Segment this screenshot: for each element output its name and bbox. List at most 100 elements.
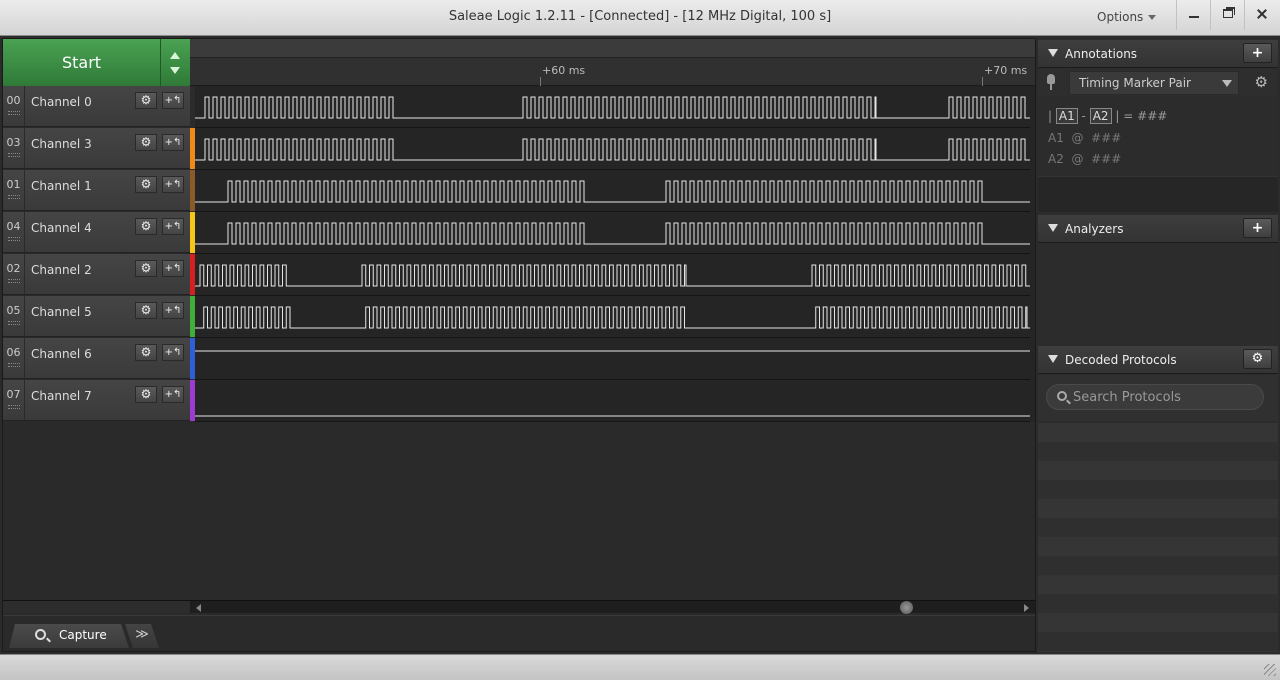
- ruler-overview-bar[interactable]: [190, 39, 1035, 58]
- channel-number-label: 03: [6, 136, 21, 149]
- channel-number[interactable]: 04: [3, 212, 25, 252]
- channel-trigger-button[interactable]: +↰: [162, 176, 184, 193]
- options-label: Options: [1097, 10, 1144, 24]
- channel-name[interactable]: Channel 5: [31, 305, 92, 319]
- channel-row[interactable]: 03 Channel 3 ⚙ +↰: [3, 128, 190, 169]
- drag-handle-icon[interactable]: [7, 321, 20, 325]
- channel-settings-button[interactable]: ⚙: [135, 260, 157, 277]
- channel-settings-button[interactable]: ⚙: [135, 302, 157, 319]
- protocol-search-row: [1038, 375, 1278, 421]
- channel-trigger-button[interactable]: +↰: [162, 344, 184, 361]
- trigger-icon: +↰: [164, 305, 182, 316]
- collapse-triangle-icon[interactable]: [1048, 49, 1058, 57]
- channel-row[interactable]: 00 Channel 0 ⚙ +↰: [3, 86, 190, 127]
- drag-handle-icon[interactable]: [7, 237, 20, 241]
- waveform-area[interactable]: [195, 86, 1035, 422]
- gear-icon[interactable]: ⚙: [1255, 73, 1268, 91]
- channel-row[interactable]: 06 Channel 6 ⚙ +↰: [3, 338, 190, 379]
- channel-settings-button[interactable]: ⚙: [135, 344, 157, 361]
- restore-button[interactable]: [1210, 0, 1244, 30]
- channel-number[interactable]: 06: [3, 338, 25, 378]
- collapse-triangle-icon[interactable]: [1048, 224, 1058, 232]
- annotation-type-dropdown[interactable]: Timing Marker Pair: [1069, 71, 1239, 95]
- channel-row[interactable]: 05 Channel 5 ⚙ +↰: [3, 296, 190, 337]
- channel-number[interactable]: 01: [3, 170, 25, 210]
- channel-name[interactable]: Channel 7: [31, 389, 92, 403]
- marker-a1-row: A1 @ ###: [1048, 131, 1121, 145]
- minimize-button[interactable]: [1176, 0, 1210, 30]
- channel-trigger-button[interactable]: +↰: [162, 92, 184, 109]
- channel-name[interactable]: Channel 3: [31, 137, 92, 151]
- tab-capture[interactable]: Capture: [9, 624, 129, 648]
- channel-name[interactable]: Channel 2: [31, 263, 92, 277]
- channel-settings-button[interactable]: ⚙: [135, 92, 157, 109]
- tab-more-button[interactable]: ≫: [125, 624, 159, 648]
- channel-row[interactable]: 01 Channel 1 ⚙ +↰: [3, 170, 190, 211]
- scroll-left-icon[interactable]: [196, 604, 201, 612]
- start-options-button[interactable]: [161, 39, 190, 86]
- channel-number[interactable]: 05: [3, 296, 25, 336]
- marker-a2-badge[interactable]: A2: [1089, 108, 1112, 124]
- channel-settings-button[interactable]: ⚙: [135, 176, 157, 193]
- collapse-triangle-icon[interactable]: [1048, 355, 1058, 363]
- pin-icon[interactable]: [1047, 74, 1055, 90]
- channel-color-strip: [190, 86, 195, 127]
- channel-row[interactable]: 07 Channel 7 ⚙ +↰: [3, 380, 190, 421]
- channel-number-label: 06: [6, 346, 21, 359]
- marker-a1-value: ###: [1091, 131, 1122, 145]
- add-analyzer-button[interactable]: +: [1243, 218, 1272, 238]
- channel-name[interactable]: Channel 6: [31, 347, 92, 361]
- channel-trigger-button[interactable]: +↰: [162, 260, 184, 277]
- channel-trigger-button[interactable]: +↰: [162, 386, 184, 403]
- decoded-protocols-header[interactable]: Decoded Protocols ⚙: [1038, 346, 1278, 374]
- channel-trigger-button[interactable]: +↰: [162, 302, 184, 319]
- scroll-right-icon[interactable]: [1024, 604, 1029, 612]
- drag-handle-icon[interactable]: [7, 405, 20, 409]
- channel-settings-button[interactable]: ⚙: [135, 134, 157, 151]
- horizontal-scrollbar[interactable]: [190, 600, 1035, 614]
- channel-number[interactable]: 02: [3, 254, 25, 294]
- drag-handle-icon[interactable]: [7, 279, 20, 283]
- options-menu[interactable]: Options: [1097, 10, 1157, 24]
- start-button[interactable]: Start: [3, 39, 161, 86]
- analyzers-header[interactable]: Analyzers +: [1038, 215, 1278, 243]
- annotation-selector-row: Timing Marker Pair ⚙: [1038, 69, 1278, 97]
- trigger-icon: +↰: [164, 347, 182, 358]
- channel-trigger-button[interactable]: +↰: [162, 218, 184, 235]
- drag-handle-icon[interactable]: [7, 153, 20, 157]
- channel-number[interactable]: 00: [3, 86, 25, 126]
- decoded-protocols-title: Decoded Protocols: [1065, 353, 1177, 367]
- drag-handle-icon[interactable]: [7, 363, 20, 367]
- channel-number[interactable]: 03: [3, 128, 25, 168]
- add-annotation-button[interactable]: +: [1243, 43, 1272, 63]
- formula-value: ###: [1137, 109, 1168, 123]
- drag-handle-icon[interactable]: [7, 195, 20, 199]
- time-ruler[interactable]: +60 ms +70 ms: [190, 39, 1035, 86]
- channel-name[interactable]: Channel 0: [31, 95, 92, 109]
- channel-settings-button[interactable]: ⚙: [135, 218, 157, 235]
- channel-settings-button[interactable]: ⚙: [135, 386, 157, 403]
- ruler-tick: [982, 77, 983, 86]
- channel-number-label: 00: [6, 94, 21, 107]
- channel-number-label: 05: [6, 304, 21, 317]
- search-protocols-input[interactable]: [1073, 387, 1258, 407]
- annotation-list: [1038, 176, 1278, 212]
- channel-name[interactable]: Channel 4: [31, 221, 92, 235]
- marker-a1-badge[interactable]: A1: [1055, 108, 1078, 124]
- scroll-thumb[interactable]: [900, 601, 913, 614]
- decoded-protocols-list[interactable]: [1038, 423, 1278, 652]
- close-button[interactable]: [1244, 0, 1278, 30]
- channel-row[interactable]: 02 Channel 2 ⚙ +↰: [3, 254, 190, 295]
- channel-name[interactable]: Channel 1: [31, 179, 92, 193]
- channel-number[interactable]: 07: [3, 380, 25, 420]
- channel-trigger-button[interactable]: +↰: [162, 134, 184, 151]
- channel-number-label: 01: [6, 178, 21, 191]
- annotations-header[interactable]: Annotations +: [1038, 40, 1278, 68]
- gear-icon[interactable]: ⚙: [1243, 349, 1272, 369]
- channel-color-strip: [190, 338, 195, 379]
- gear-icon: ⚙: [140, 93, 152, 107]
- drag-handle-icon[interactable]: [7, 111, 20, 115]
- protocol-search-box[interactable]: [1046, 384, 1264, 410]
- resize-grip-icon[interactable]: [1264, 664, 1276, 676]
- channel-row[interactable]: 04 Channel 4 ⚙ +↰: [3, 212, 190, 253]
